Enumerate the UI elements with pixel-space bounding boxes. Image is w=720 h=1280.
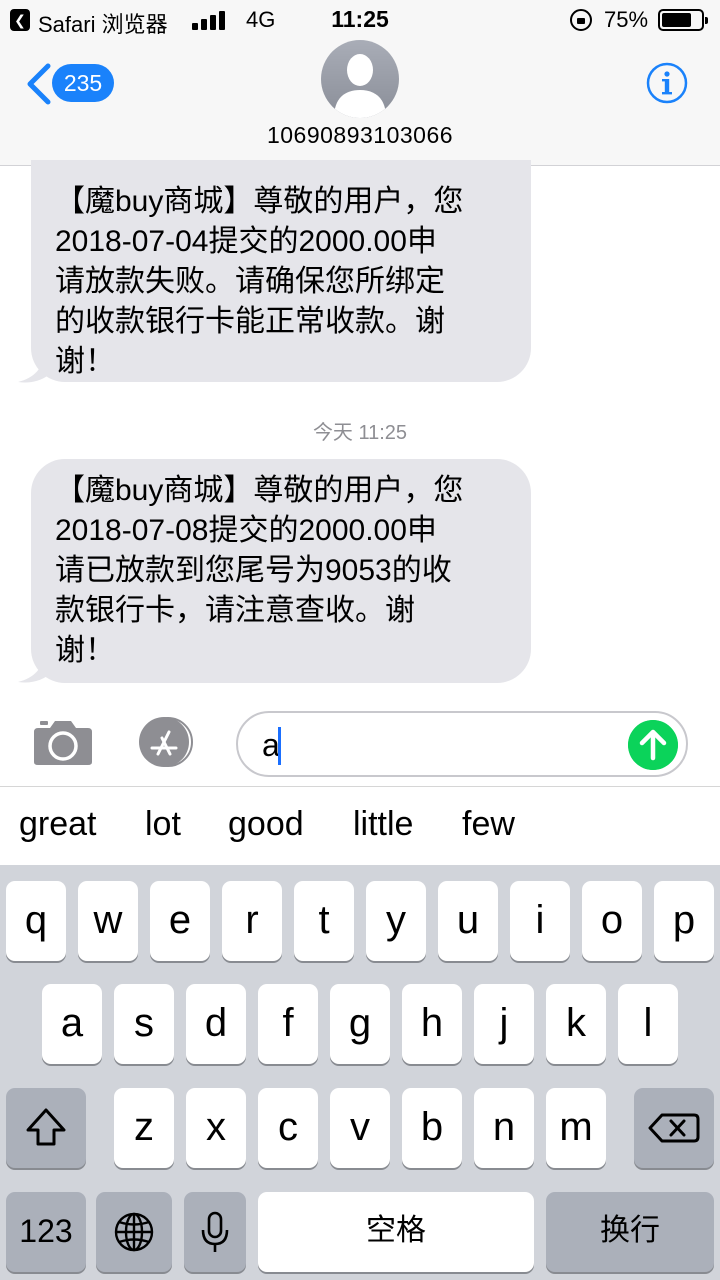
key[interactable]: h [402,984,462,1064]
timestamp: 今天 11:25 [312,422,408,444]
back-chevron-icon[interactable] [22,62,56,106]
rotation-lock-icon [570,9,592,31]
key[interactable]: y [366,881,426,961]
key-label: g [348,1001,372,1045]
key-label: q [24,898,48,942]
unread-count-badge[interactable]: 235 [52,64,114,102]
person-silhouette-icon [334,54,386,118]
key-label: e [168,898,192,942]
message-bubble[interactable]: 【魔buy商城】尊敬的用户，您 2018-07-04提交的2000.00申 请放… [31,160,531,382]
globe-icon [114,1212,154,1252]
backspace-icon [648,1113,700,1143]
bubble-tail [18,652,52,683]
key[interactable]: g [330,984,390,1064]
key[interactable]: a [42,984,102,1064]
key[interactable]: o [582,881,642,961]
key[interactable]: d [186,984,246,1064]
key-label: i [535,898,545,942]
delete-key[interactable] [634,1088,714,1168]
suggestion[interactable]: good [228,805,304,844]
message-text: 【魔buy商城】尊敬的用户，您 2018-07-04提交的2000.00申 请放… [55,185,464,378]
key-label: t [318,898,330,942]
return-key[interactable]: 换行 [546,1192,714,1272]
space-key[interactable]: 空格 [258,1192,534,1272]
send-arrow-icon[interactable] [628,720,678,770]
key[interactable]: b [402,1088,462,1168]
key[interactable]: t [294,881,354,961]
key-label: a [60,1001,84,1045]
key-label: k [566,1001,586,1045]
key[interactable]: r [222,881,282,961]
key[interactable]: s [114,984,174,1064]
key[interactable]: e [150,881,210,961]
battery-percent: 75% [604,7,649,32]
key[interactable]: q [6,881,66,961]
key[interactable]: m [546,1088,606,1168]
contact-number[interactable]: 10690893103066 [0,122,720,149]
suggestion[interactable]: few [462,805,515,844]
key-label: f [282,1001,294,1045]
app-store-icon[interactable] [134,716,204,768]
key[interactable]: p [654,881,714,961]
key[interactable]: k [546,984,606,1064]
key[interactable]: j [474,984,534,1064]
key-label: d [204,1001,228,1045]
key-label: z [134,1105,154,1149]
message-bubble[interactable]: 【魔buy商城】尊敬的用户，您 2018-07-08提交的2000.00申 请已… [31,459,531,683]
key-label: n [492,1105,516,1149]
key[interactable]: z [114,1088,174,1168]
globe-key[interactable] [96,1192,172,1272]
text-cursor [278,727,281,765]
key-label: u [456,898,480,942]
key[interactable]: n [474,1088,534,1168]
key-label: 123 [19,1213,73,1249]
info-icon[interactable] [646,62,688,104]
key-label: m [559,1105,593,1149]
messages-screen: { "status_bar": { "back_app_label": "Saf… [0,0,720,1280]
key-label: p [672,898,696,942]
conversation-header: 235 10690893103066 [0,40,720,166]
key[interactable]: f [258,984,318,1064]
key-label: 换行 [600,1214,660,1247]
key-label: c [278,1105,298,1149]
key-label: x [206,1105,226,1149]
key-label: j [499,1001,509,1045]
bubble-tail [18,352,52,383]
key-label: w [93,898,123,942]
key-label: 空格 [366,1214,426,1247]
key-label: b [420,1105,444,1149]
key-label: v [350,1105,370,1149]
key-label: y [386,898,406,942]
key[interactable]: w [78,881,138,961]
microphone-icon [201,1211,229,1252]
suggestion[interactable]: lot [145,805,181,844]
shift-arrow-icon [26,1108,66,1146]
suggestion[interactable]: great [19,805,97,844]
key[interactable]: l [618,984,678,1064]
contact-avatar[interactable] [321,40,399,118]
key[interactable]: c [258,1088,318,1168]
key-label: h [420,1001,444,1045]
key-label: s [134,1001,154,1045]
key-label: l [643,1001,653,1045]
key[interactable]: x [186,1088,246,1168]
shift-key[interactable] [6,1088,86,1168]
keyboard: q w e r t y u i o p a s d f g h j k l z … [0,865,720,1280]
key[interactable]: u [438,881,498,961]
status-bar: ❮ Safari 浏览器 4G 11:25 75% [0,0,720,40]
predictive-text-bar: great lot good little few [0,786,720,865]
key-label: o [600,898,624,942]
key[interactable]: v [330,1088,390,1168]
suggestion[interactable]: little [353,805,413,844]
numbers-key[interactable]: 123 [6,1192,86,1272]
key-label: r [245,898,259,942]
key[interactable]: i [510,881,570,961]
camera-icon[interactable] [32,718,94,766]
dictation-key[interactable] [184,1192,246,1272]
battery-icon [658,9,708,31]
message-text: 【魔buy商城】尊敬的用户，您 2018-07-08提交的2000.00申 请已… [55,474,464,667]
message-input[interactable]: a [236,711,688,777]
